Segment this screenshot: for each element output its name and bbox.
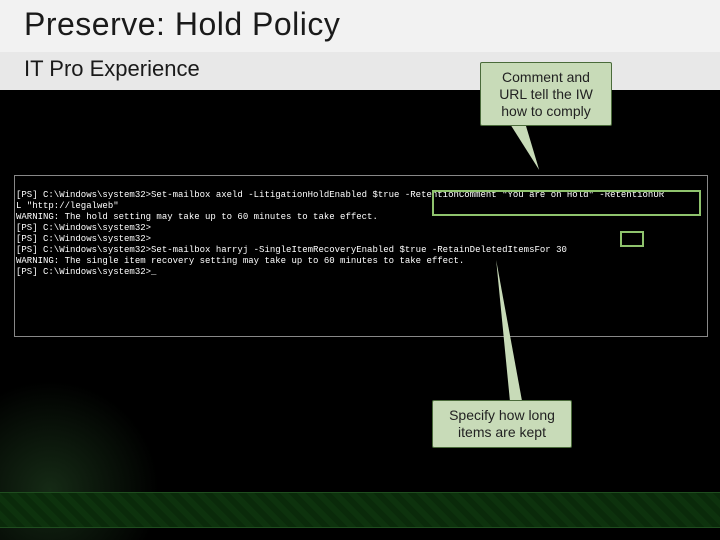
ps-line-hl: 30 (556, 245, 567, 255)
slide-subtitle: IT Pro Experience (24, 56, 200, 82)
ps-prompt: [PS] C:\Windows\system32> (16, 234, 151, 244)
callout-bottom: Specify how long items are kept (432, 400, 572, 448)
terminal-output[interactable]: [PS] C:\Windows\system32>Set-mailbox axe… (16, 190, 704, 332)
ps-prompt: [PS] C:\Windows\system32> (16, 223, 151, 233)
ps-warning: WARNING: The hold setting may take up to… (16, 212, 378, 222)
footer-band (0, 492, 720, 528)
slide-title: Preserve: Hold Policy (24, 6, 340, 43)
ps-warning: WARNING: The single item recovery settin… (16, 256, 464, 266)
ps-line-hl: -RetentionComment "You are on Hold" -Ret… (405, 190, 664, 200)
callout-top: Comment and URL tell the IW how to compl… (480, 62, 612, 126)
ps-line: [PS] C:\Windows\system32>Set-mailbox axe… (16, 190, 405, 200)
ps-prompt: [PS] C:\Windows\system32>_ (16, 267, 156, 277)
ps-line: L "http://legalweb" (16, 201, 119, 211)
ps-line: [PS] C:\Windows\system32>Set-mailbox har… (16, 245, 556, 255)
header-spacer (0, 90, 720, 175)
